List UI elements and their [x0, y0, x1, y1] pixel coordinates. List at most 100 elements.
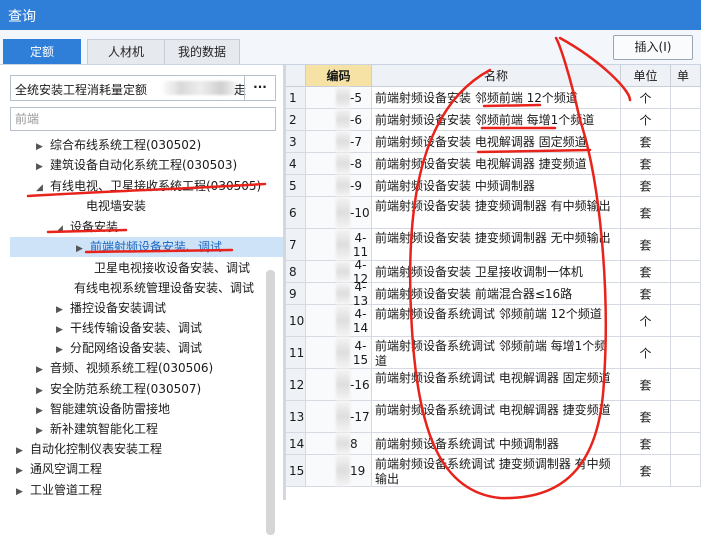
table-row[interactable]: 4 -8 前端射频设备安装 电视解调器 捷变频道 套 [286, 153, 701, 175]
tab-my-data[interactable]: 我的数据 [164, 39, 240, 64]
tree-node-label: 自动化控制仪表安装工程 [30, 442, 163, 456]
code-cell-text: -7 [350, 134, 362, 149]
tree-node-label: 通风空调工程 [30, 462, 103, 476]
table-row[interactable]: 9 4-13 前端射频设备安装 前端混合器≤16路 套 [286, 280, 701, 308]
table-row[interactable]: 10 4-14 前端射频设备系统调试 邻频前端 12个频道 个 [286, 305, 701, 337]
tree-node[interactable]: ▶ 工业管道工程 [16, 480, 102, 500]
tree-node[interactable]: ▶ 智能建筑设备防雷接地 [36, 399, 170, 419]
code-cell-text: -9 [350, 178, 362, 193]
collapsed-arrow-icon[interactable]: ▶ [36, 360, 50, 380]
table-row[interactable]: 15 19 前端射频设备系统调试 捷变频调制器 有中频输出 套 [286, 455, 701, 487]
tree-scrollbar[interactable] [266, 270, 275, 535]
table-row[interactable]: 13 -17 前端射频设备系统调试 电视解调器 捷变频道 套 [286, 401, 701, 433]
library-select[interactable]: 全统安装工程消耗量定额 走 ··· [10, 75, 276, 101]
tree-node-label: 电视墙安装 [86, 199, 147, 213]
price-cell [671, 337, 701, 368]
collapsed-arrow-icon[interactable]: ▶ [16, 461, 30, 481]
tree-node[interactable]: ▶ 音频、视频系统工程(030506) [36, 358, 213, 378]
row-index: 12 [286, 369, 306, 400]
tree-node[interactable]: 电视墙安装 [72, 196, 146, 216]
collapsed-arrow-icon[interactable]: ▶ [16, 441, 30, 461]
name-cell: 前端射频设备安装 中频调制器 [372, 175, 621, 196]
collapsed-arrow-icon[interactable]: ▶ [56, 340, 70, 360]
name-cell: 前端射频设备安装 电视解调器 捷变频道 [372, 153, 621, 174]
tree-node[interactable]: ▶ 建筑设备自动化系统工程(030503) [36, 155, 237, 175]
code-cell: -17 [306, 401, 372, 432]
table-row[interactable]: 12 -16 前端射频设备系统调试 电视解调器 固定频道 套 [286, 369, 701, 401]
tab-bar: 定额 人材机 我的数据 [0, 30, 701, 65]
price-cell [671, 87, 701, 108]
name-cell: 前端射频设备安装 捷变频调制器 有中频输出 [372, 197, 621, 228]
tree-node[interactable]: ▶ 通风空调工程 [16, 459, 102, 479]
more-button[interactable]: ··· [244, 76, 275, 100]
price-cell [671, 401, 701, 432]
tab-quota[interactable]: 定额 [3, 39, 81, 64]
name-cell: 前端射频设备系统调试 中频调制器 [372, 433, 621, 454]
table-row[interactable]: 14 8 前端射频设备系统调试 中频调制器 套 [286, 433, 701, 455]
collapsed-arrow-icon[interactable]: ▶ [16, 482, 30, 502]
row-index: 15 [286, 455, 306, 486]
collapsed-arrow-icon[interactable]: ▶ [36, 421, 50, 441]
unit-cell-text: 套 [639, 265, 652, 279]
tree-node-label: 播控设备安装调试 [70, 301, 167, 315]
tree-node[interactable]: ▶ 干线传输设备安装、调试 [56, 318, 202, 338]
tree-node[interactable]: 有线电视系统管理设备安装、调试 [60, 278, 254, 298]
tree-node[interactable]: 卫星电视接收设备安装、调试 [80, 258, 250, 278]
row-index: 6 [286, 197, 306, 228]
name-cell: 前端射频设备安装 前端混合器≤16路 [372, 283, 621, 304]
collapsed-arrow-icon[interactable]: ▶ [36, 137, 50, 157]
code-cell-text: -16 [350, 377, 370, 392]
table-row[interactable]: 3 -7 前端射频设备安装 电视解调器 固定频道 套 [286, 131, 701, 153]
tree-node[interactable]: ▶ 自动化控制仪表安装工程 [16, 439, 162, 459]
code-cell-text: -10 [350, 205, 370, 220]
redacted-code [336, 229, 350, 260]
tree-node[interactable]: ◢ 设备安装 [56, 217, 118, 237]
tree-node[interactable]: ▶ 分配网络设备安装、调试 [56, 338, 202, 358]
unit-cell: 套 [621, 369, 671, 400]
table-row[interactable]: 2 -6 前端射频设备安装 邻频前端 每增1个频道 个 [286, 109, 701, 131]
table-row[interactable]: 7 4-11 前端射频设备安装 捷变频调制器 无中频输出 套 [286, 229, 701, 261]
tree-node[interactable]: ▶ 播控设备安装调试 [56, 298, 166, 318]
unit-cell: 个 [621, 87, 671, 108]
grid-header-price[interactable]: 单 [671, 65, 701, 87]
row-index-text: 9 [289, 286, 297, 301]
tree-node[interactable]: ▶ 安全防范系统工程(030507) [36, 379, 201, 399]
price-cell [671, 455, 701, 486]
unit-cell-text: 套 [639, 378, 652, 392]
grid-header-unit[interactable]: 单位 [621, 65, 671, 87]
redacted-code [336, 87, 350, 108]
collapsed-arrow-icon[interactable]: ▶ [36, 381, 50, 401]
code-cell: 4-13 [306, 280, 372, 308]
grid-header-code[interactable]: 编码 [306, 65, 372, 87]
collapsed-arrow-icon[interactable]: ▶ [56, 300, 70, 320]
row-index-text: 8 [289, 264, 297, 279]
row-index: 4 [286, 153, 306, 174]
code-cell: 4-15 [306, 337, 372, 368]
grid-header-name[interactable]: 名称 [372, 65, 621, 87]
collapsed-arrow-icon[interactable]: ▶ [36, 157, 50, 177]
insert-button[interactable]: 插入(I) [613, 35, 693, 60]
code-cell-text: 19 [350, 463, 366, 478]
row-index: 7 [286, 229, 306, 260]
tree-node[interactable]: ▶ 新补建筑智能化工程 [36, 419, 158, 439]
collapsed-arrow-icon[interactable]: ▶ [36, 401, 50, 421]
collapsed-arrow-icon[interactable]: ▶ [76, 239, 90, 259]
table-row[interactable]: 5 -9 前端射频设备安装 中频调制器 套 [286, 175, 701, 197]
tab-labor-material-machine[interactable]: 人材机 [87, 39, 165, 64]
table-row[interactable]: 1 -5 前端射频设备安装 邻频前端 12个频道 个 [286, 87, 701, 109]
unit-cell-text: 套 [639, 157, 652, 171]
code-cell: -7 [306, 131, 372, 152]
tree-node-label: 设备安装 [70, 220, 119, 234]
expanded-arrow-icon[interactable]: ◢ [36, 178, 50, 198]
code-cell-text: -5 [350, 90, 362, 105]
expanded-arrow-icon[interactable]: ◢ [56, 219, 70, 239]
redacted-code [336, 455, 350, 486]
tree-node[interactable]: ◢ 有线电视、卫星接收系统工程(030505) [36, 176, 261, 196]
redacted-code [336, 337, 350, 368]
collapsed-arrow-icon[interactable]: ▶ [56, 320, 70, 340]
table-row[interactable]: 6 -10 前端射频设备安装 捷变频调制器 有中频输出 套 [286, 197, 701, 229]
table-row[interactable]: 11 4-15 前端射频设备系统调试 邻频前端 每增1个频道 个 [286, 337, 701, 369]
table-row[interactable]: 8 4-12 前端射频设备安装 卫星接收调制一体机套 [286, 258, 701, 286]
search-input[interactable]: 前端 [10, 107, 276, 131]
tree-node[interactable]: ▶ 综合布线系统工程(030502) [36, 135, 201, 155]
